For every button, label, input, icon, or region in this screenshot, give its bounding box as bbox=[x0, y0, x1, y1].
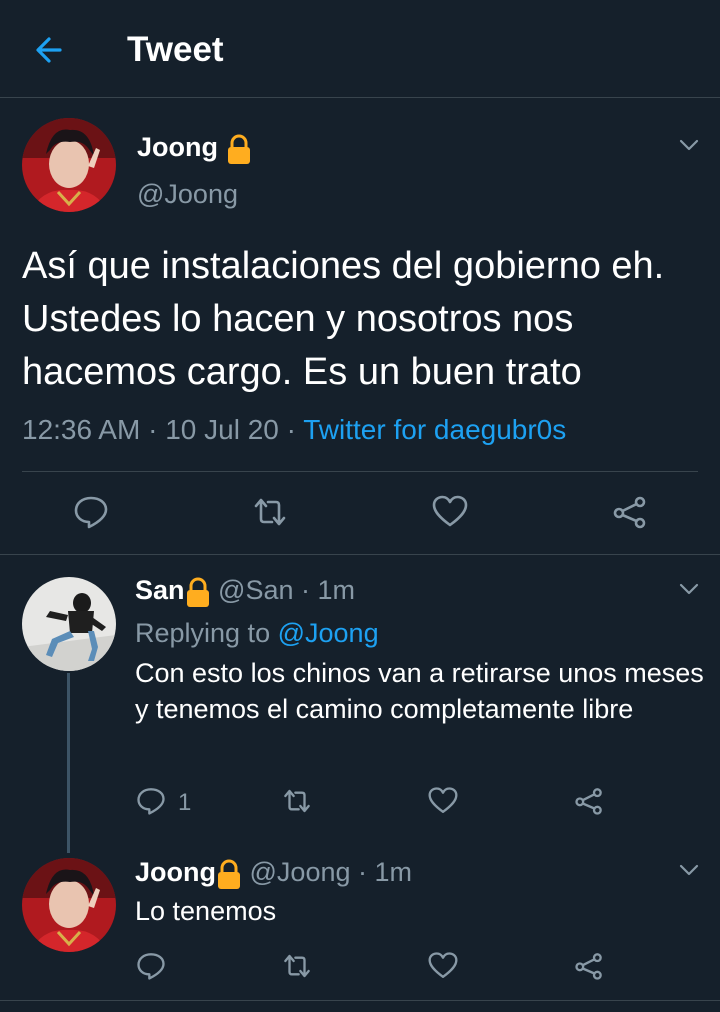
replying-to-link[interactable]: @Joong bbox=[278, 618, 379, 648]
divider bbox=[0, 1000, 720, 1001]
share-icon[interactable] bbox=[612, 494, 648, 530]
chevron-down-icon[interactable] bbox=[677, 133, 701, 157]
share-icon[interactable] bbox=[574, 951, 604, 981]
tweet-source-link[interactable]: Twitter for daegubr0s bbox=[303, 414, 566, 445]
tweet-meta: 12:36 AM · 10 Jul 20 · Twitter for daegu… bbox=[22, 412, 566, 448]
reply-author-name[interactable]: San bbox=[135, 575, 185, 605]
reply-author-handle[interactable]: @San bbox=[218, 575, 293, 605]
avatar[interactable] bbox=[22, 118, 116, 212]
chevron-down-icon[interactable] bbox=[677, 858, 701, 882]
retweet-icon[interactable] bbox=[282, 786, 312, 816]
author-name[interactable]: Joong bbox=[137, 130, 252, 165]
arrow-left-icon[interactable] bbox=[30, 30, 70, 70]
reply-header: San @San · 1m bbox=[135, 573, 355, 608]
reply-icon[interactable] bbox=[73, 494, 109, 530]
like-icon[interactable] bbox=[432, 494, 468, 530]
reply-header: Joong @Joong · 1m bbox=[135, 855, 412, 890]
reply-age: 1m bbox=[374, 857, 413, 887]
share-icon[interactable] bbox=[574, 786, 604, 816]
reply-text: Lo tenemos bbox=[135, 896, 277, 926]
separator: · bbox=[358, 857, 368, 887]
thread-line bbox=[67, 673, 70, 853]
lock-icon bbox=[218, 859, 240, 889]
lock-icon bbox=[186, 577, 209, 607]
tweet-text: Así que instalaciones del gobierno eh. U… bbox=[22, 245, 665, 393]
page-title: Tweet bbox=[127, 30, 224, 69]
avatar[interactable] bbox=[22, 577, 116, 671]
separator: · bbox=[286, 414, 296, 445]
lock-icon bbox=[227, 134, 250, 164]
separator: · bbox=[301, 575, 311, 605]
reply-text: Con esto los chinos van a retirarse unos… bbox=[135, 658, 704, 724]
reply-author-name[interactable]: Joong bbox=[135, 857, 216, 887]
reply-icon[interactable] bbox=[136, 951, 166, 981]
divider bbox=[22, 471, 698, 472]
chevron-down-icon[interactable] bbox=[677, 577, 701, 601]
reply-icon[interactable] bbox=[136, 786, 166, 816]
reply-author-handle[interactable]: @Joong bbox=[250, 857, 351, 887]
like-icon[interactable] bbox=[428, 951, 458, 981]
like-icon[interactable] bbox=[428, 786, 458, 816]
reply-age: 1m bbox=[317, 575, 356, 605]
separator: · bbox=[148, 414, 158, 445]
tweet-date: 10 Jul 20 bbox=[165, 414, 279, 445]
retweet-icon[interactable] bbox=[252, 494, 288, 530]
divider bbox=[0, 554, 720, 555]
top-bar: Tweet bbox=[0, 0, 720, 98]
tweet-time: 12:36 AM bbox=[22, 414, 141, 445]
avatar[interactable] bbox=[22, 858, 116, 952]
retweet-icon[interactable] bbox=[282, 951, 312, 981]
reply-count: 1 bbox=[178, 789, 192, 816]
author-handle[interactable]: @Joong bbox=[137, 177, 238, 211]
replying-to: Replying to @Joong bbox=[135, 618, 379, 648]
